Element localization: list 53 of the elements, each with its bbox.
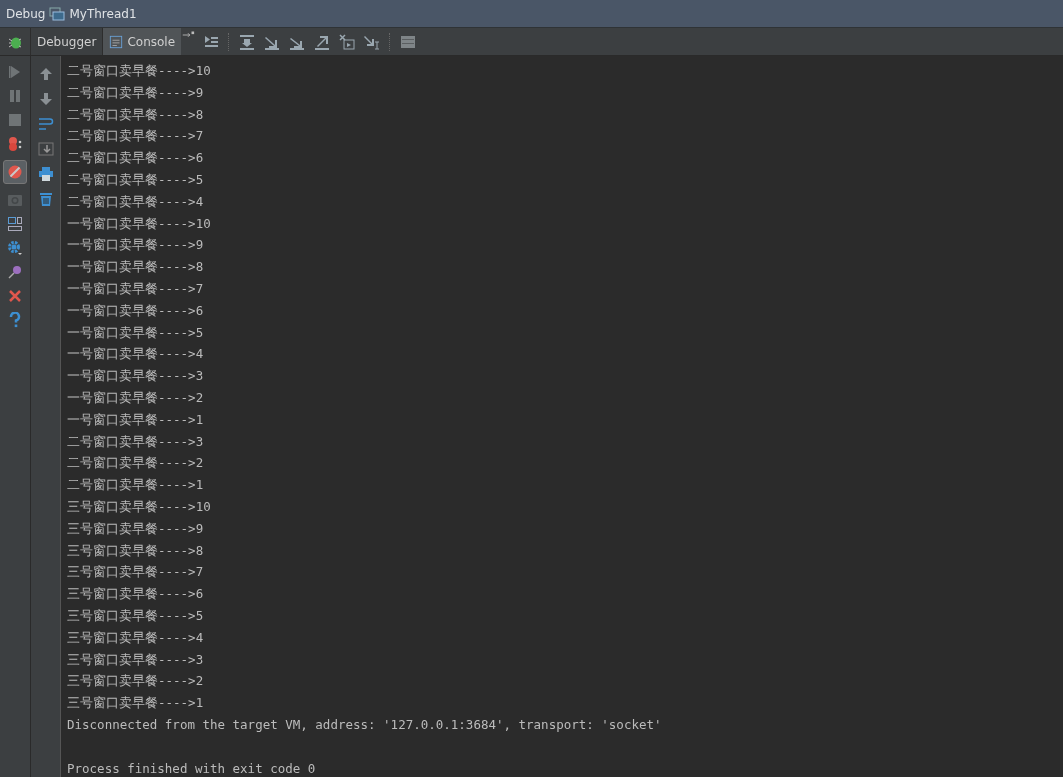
calculator-icon[interactable] bbox=[400, 33, 417, 50]
console-line: 三号窗口卖早餐---->8 bbox=[67, 541, 205, 560]
console-line: 二号窗口卖早餐---->5 bbox=[67, 171, 205, 189]
console-line: 三号窗口卖早餐---->5 bbox=[67, 606, 205, 625]
console-line: 一号窗口卖早餐---->6 bbox=[67, 301, 205, 320]
console-line: 二号窗口卖早餐---->10 bbox=[67, 62, 212, 80]
close-icon[interactable] bbox=[7, 288, 23, 304]
console-line: 一号窗口卖早餐---->1 bbox=[67, 410, 205, 429]
run-to-cursor-icon[interactable] bbox=[364, 33, 381, 50]
console-line: 一号窗口卖早餐---->8 bbox=[67, 258, 205, 277]
help-icon[interactable] bbox=[9, 312, 21, 328]
tab[interactable]: Console bbox=[102, 28, 182, 55]
window-icon[interactable] bbox=[49, 5, 66, 22]
console-line: 三号窗口卖早餐---->10 bbox=[67, 497, 212, 516]
console-line: 一号窗口卖早餐---->10 bbox=[67, 214, 212, 233]
settings-icon[interactable] bbox=[7, 240, 23, 256]
console-line: 三号窗口卖早餐---->6 bbox=[67, 585, 205, 604]
console-line: 二号窗口卖早餐---->9 bbox=[67, 83, 205, 102]
layout-icon[interactable] bbox=[7, 216, 23, 232]
console-line: 三号窗口卖早餐---->7 bbox=[67, 563, 205, 582]
console-line: 三号窗口卖早餐---->3 bbox=[67, 650, 205, 669]
console-line: 二号窗口卖早餐---->4 bbox=[67, 192, 205, 211]
console-line: 一号窗口卖早餐---->9 bbox=[67, 236, 205, 255]
console-line: 三号窗口卖早餐---->2 bbox=[67, 672, 205, 691]
console-line: 一号窗口卖早餐---->3 bbox=[67, 367, 205, 386]
breakpoints-icon[interactable] bbox=[7, 136, 23, 152]
console-line: 二号窗口卖早餐---->7 bbox=[67, 127, 205, 146]
console-line: 一号窗口卖早餐---->7 bbox=[67, 279, 205, 298]
console-line: 一号窗口卖早餐---->2 bbox=[67, 388, 205, 407]
console-line: 二号窗口卖早餐---->1 bbox=[67, 476, 205, 495]
console-line: 二号窗口卖早餐---->8 bbox=[67, 105, 205, 124]
drop-frame-icon[interactable] bbox=[339, 33, 356, 50]
console-icon[interactable] bbox=[109, 34, 124, 49]
step-over-icon[interactable] bbox=[239, 33, 256, 50]
execution-point-icon[interactable] bbox=[203, 33, 220, 50]
console-line: 一号窗口卖早餐---->5 bbox=[67, 323, 205, 342]
console-line: 二号窗口卖早餐---->6 bbox=[67, 149, 205, 168]
console-line: 三号窗口卖早餐---->1 bbox=[67, 694, 205, 713]
console-line: 三号窗口卖早餐---->4 bbox=[67, 628, 205, 647]
console-line: Disconnected from the target VM, address: '127.0.0.1:3684', transport: 'socket' bbox=[67, 715, 663, 734]
console-line: 二号窗口卖早餐---->3 bbox=[67, 432, 205, 451]
scroll-to-end-icon[interactable] bbox=[37, 141, 54, 157]
soft-wrap-icon[interactable] bbox=[37, 116, 54, 132]
console-line: 三号窗口卖早餐---->9 bbox=[67, 519, 205, 538]
step-out-icon[interactable] bbox=[314, 33, 331, 50]
print-icon[interactable] bbox=[37, 166, 54, 182]
mute-breakpoints-icon[interactable] bbox=[7, 164, 23, 180]
tool-window-title: Debug bbox=[6, 6, 46, 21]
exit-message: Process finished with exit code 0 bbox=[67, 759, 317, 777]
run-config-name: MyThread1 bbox=[69, 6, 137, 21]
console-line: 二号窗口卖早餐---->2 bbox=[67, 454, 205, 473]
console-line: 一号窗口卖早餐---->4 bbox=[67, 345, 205, 364]
trash-icon[interactable] bbox=[37, 191, 54, 207]
